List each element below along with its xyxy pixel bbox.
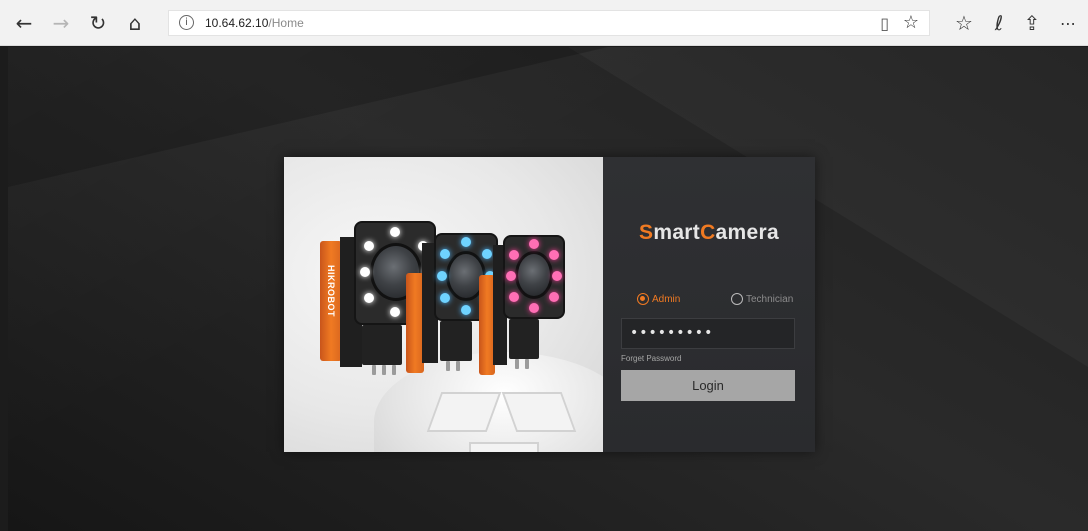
forward-icon[interactable]: →	[47, 9, 75, 37]
more-icon[interactable]: ⋯	[1054, 9, 1082, 37]
back-icon[interactable]: ←	[10, 9, 38, 37]
forget-password-link[interactable]: Forget Password	[621, 354, 681, 363]
app-title: SmartCamera	[639, 221, 779, 244]
pen-icon[interactable]: ℓ	[985, 9, 1013, 37]
radio-selected-icon	[637, 293, 649, 305]
url-text[interactable]: 10.64.62.10/Home	[205, 16, 304, 30]
radio-unselected-icon	[731, 293, 743, 305]
info-icon[interactable]: i	[179, 15, 194, 30]
role-radio-technician[interactable]: Technician	[731, 293, 793, 305]
reading-view-icon[interactable]: ▯	[880, 14, 889, 33]
pink-light-camera	[479, 235, 579, 385]
camera-connector	[440, 321, 472, 361]
browser-toolbar: ← → ↻ ⌂ i 10.64.62.10/Home ▯ ☆ ☆ ℓ ⇪ ⋯	[0, 0, 1088, 46]
home-icon[interactable]: ⌂	[121, 9, 149, 37]
role-label: Technician	[746, 293, 794, 305]
url-path: /Home	[268, 16, 304, 30]
login-button[interactable]: Login	[621, 370, 795, 401]
password-input[interactable]: •••••••••	[621, 318, 795, 349]
camera-connector	[509, 319, 539, 359]
role-radio-admin[interactable]: Admin	[637, 293, 680, 305]
favorites-list-icon[interactable]: ☆	[950, 9, 978, 37]
camera-lens	[515, 251, 553, 299]
url-host: 10.64.62.10	[205, 16, 269, 30]
product-image: HIKROBOT	[284, 157, 603, 452]
refresh-icon[interactable]: ↻	[84, 9, 112, 37]
address-bar[interactable]: i 10.64.62.10/Home ▯ ☆	[168, 10, 930, 36]
login-panel: SmartCamera Admin Technician ••••••••• F…	[603, 157, 815, 452]
login-card: HIKROBOT SmartCamera Admin Technician ••…	[284, 157, 815, 452]
camera-connector	[362, 325, 402, 365]
favorite-star-icon[interactable]: ☆	[903, 12, 919, 33]
share-icon[interactable]: ⇪	[1018, 9, 1046, 37]
brand-logo: HIKROBOT	[326, 265, 336, 317]
role-label: Admin	[652, 293, 681, 305]
